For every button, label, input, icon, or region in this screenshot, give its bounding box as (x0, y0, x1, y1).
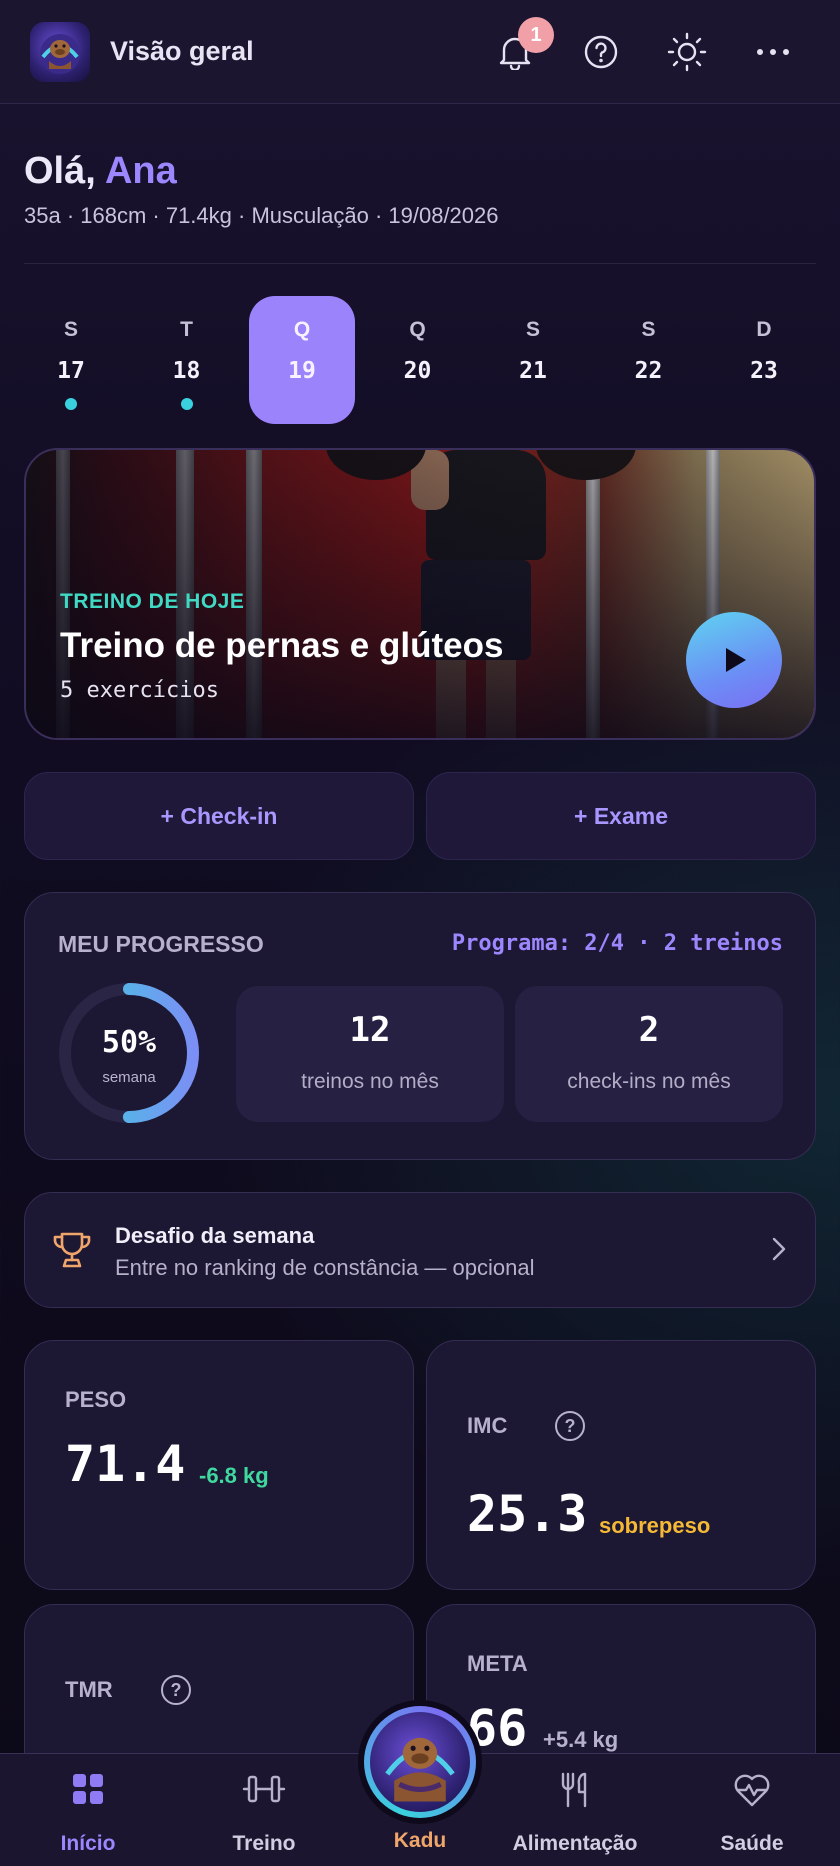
page-title: Visão geral (110, 36, 254, 66)
help-button[interactable] (558, 0, 644, 104)
kadu-mascot-icon (385, 1737, 455, 1802)
grid-icon (73, 1774, 103, 1804)
day-letter: S (63, 318, 78, 341)
fork-knife-icon (561, 1772, 587, 1808)
day-number: 20 (403, 358, 432, 384)
bmi-value: 25.3 (467, 1485, 588, 1543)
progress-label: MEU PROGRESSO (58, 931, 264, 957)
stat-workouts-month: 12 treinos no mês (236, 986, 504, 1122)
notifications-button[interactable]: 1 (472, 0, 558, 104)
stat-checkins-month: 2 check-ins no mês (515, 986, 783, 1122)
more-icon (757, 49, 789, 55)
stat-caption: treinos no mês (301, 1070, 439, 1093)
greeting-hello: Olá, (24, 150, 96, 192)
add-exam-button[interactable]: + Exame (426, 772, 816, 860)
chevron-right-icon (772, 1237, 786, 1261)
nav-health[interactable]: Saúde (702, 1754, 802, 1866)
workout-done-dot (65, 398, 77, 410)
nav-food[interactable]: Alimentação (510, 1754, 640, 1866)
nav-home[interactable]: Início (38, 1754, 138, 1866)
today-workout-card[interactable]: TREINO DE HOJE Treino de pernas e glúteo… (24, 448, 816, 740)
nav-home-label: Início (60, 1832, 116, 1855)
play-icon (726, 648, 746, 672)
day-letter: S (641, 318, 656, 341)
weight-delta: -6.8 kg (199, 1463, 269, 1488)
day-number: 18 (172, 358, 201, 384)
weekly-progress-ring: 50% semana (57, 981, 201, 1125)
stat-value: 2 (638, 1010, 660, 1050)
stat-value: 12 (349, 1010, 391, 1050)
more-options-button[interactable] (730, 0, 816, 104)
top-app-bar: Visão geral 1 (0, 0, 840, 104)
ring-percent: 50% (101, 1025, 157, 1060)
workout-done-dot (180, 398, 193, 410)
day-number: 19 (288, 358, 316, 384)
day-number: 17 (57, 358, 85, 384)
bmi-card[interactable]: IMC ? 25.3 sobrepeso (426, 1340, 816, 1590)
day-letter: T (180, 318, 193, 341)
day-17[interactable]: S 17 (18, 296, 124, 424)
notification-badge: 1 (518, 17, 554, 53)
add-checkin-button[interactable]: + Check-in (24, 772, 414, 860)
week-day-selector: S 17 T 18 Q 19 Q 20 S 21 S 22 D 23 (24, 296, 816, 424)
user-profile-summary: 35a · 168cm · 71.4kg · Musculação · 19/0… (24, 203, 499, 228)
day-letter: Q (293, 318, 311, 341)
day-23[interactable]: D 23 (711, 296, 817, 424)
weight-card[interactable]: PESO 71.4 -6.8 kg (24, 1340, 414, 1590)
nav-workout[interactable]: Treino (214, 1754, 314, 1866)
day-21[interactable]: S 21 (480, 296, 586, 424)
day-20[interactable]: Q 20 (365, 296, 471, 424)
bmi-status: sobrepeso (599, 1513, 711, 1538)
day-letter: S (525, 318, 540, 341)
weekly-challenge-card[interactable]: Desafio da semana Entre no ranking de co… (24, 1192, 816, 1308)
goal-label: META (467, 1651, 528, 1676)
day-number: 23 (750, 358, 778, 384)
kadu-assistant-button[interactable] (358, 1700, 482, 1824)
challenge-title: Desafio da semana (115, 1223, 315, 1248)
progress-card: MEU PROGRESSO Programa: 2/4 · 2 treinos … (24, 892, 816, 1160)
day-18[interactable]: T 18 (134, 296, 240, 424)
goal-delta: +5.4 kg (543, 1727, 619, 1752)
today-workout-subtitle: 5 exercícios (60, 678, 219, 703)
play-workout-button[interactable] (686, 612, 782, 708)
day-19[interactable]: Q 19 (249, 296, 355, 424)
help-icon[interactable]: ? (555, 1411, 585, 1441)
greeting: Olá, Ana (24, 150, 177, 193)
tmr-label: TMR (65, 1677, 113, 1702)
user-name: Ana (104, 150, 177, 192)
help-icon (584, 35, 618, 69)
divider (24, 263, 816, 264)
day-number: 22 (634, 358, 663, 384)
ring-caption: semana (102, 1069, 156, 1086)
weight-value: 71.4 (65, 1435, 186, 1493)
nav-health-label: Saúde (720, 1832, 784, 1855)
today-workout-tag: TREINO DE HOJE (60, 590, 245, 613)
weight-label: PESO (65, 1387, 127, 1412)
day-22[interactable]: S 22 (596, 296, 702, 424)
nav-kadu-label: Kadu (393, 1829, 447, 1852)
stat-caption: check-ins no mês (567, 1070, 731, 1093)
trophy-icon (53, 1232, 91, 1268)
day-letter: D (756, 318, 772, 341)
nav-workout-label: Treino (232, 1832, 296, 1855)
mascot-logo[interactable] (30, 21, 90, 82)
today-workout-title: Treino de pernas e glúteos (60, 626, 504, 665)
heart-pulse-icon (734, 1774, 770, 1807)
bmi-label: IMC (467, 1413, 508, 1438)
nav-food-label: Alimentação (512, 1832, 638, 1855)
day-letter: Q (409, 318, 426, 341)
challenge-subtitle: Entre no ranking de constância — opciona… (115, 1255, 535, 1280)
day-number: 21 (519, 358, 547, 384)
dumbbell-icon (242, 1775, 286, 1803)
program-status: Programa: 2/4 · 2 treinos (451, 931, 783, 956)
sun-icon (667, 32, 707, 72)
theme-toggle-button[interactable] (644, 0, 730, 104)
help-icon[interactable]: ? (161, 1675, 191, 1705)
